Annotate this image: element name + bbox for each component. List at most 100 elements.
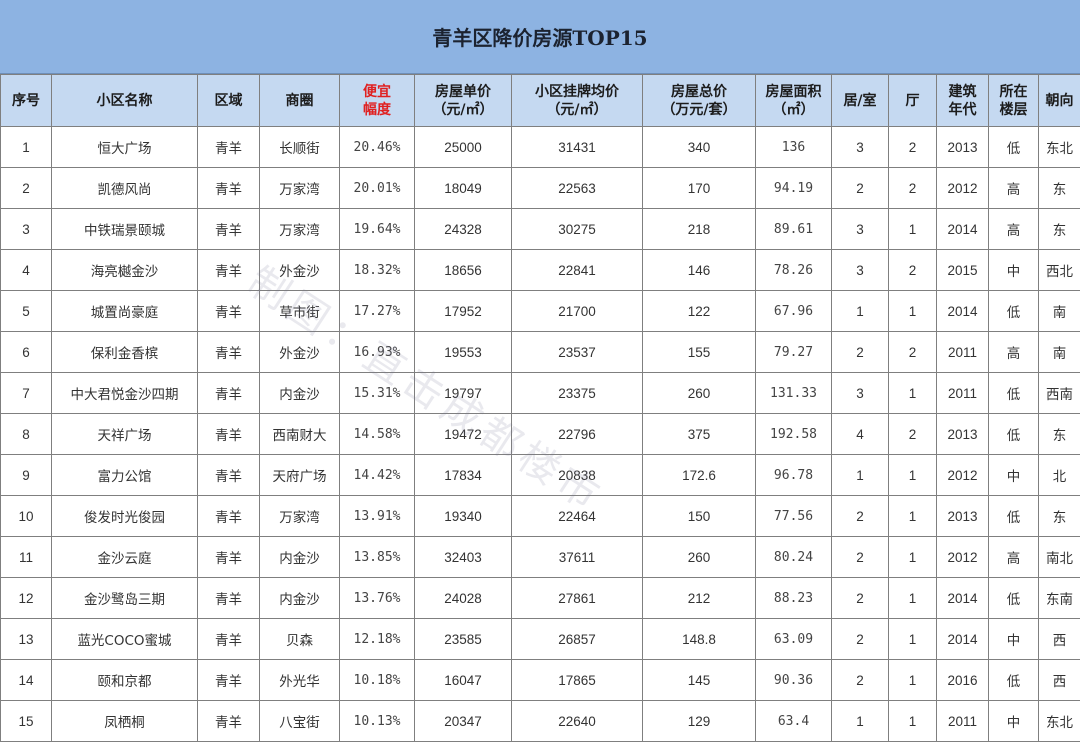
cell-unit-price[interactable]: 18656 [414,249,512,291]
cell-discount[interactable]: 20.01% [339,167,415,209]
cell-living[interactable]: 1 [888,495,937,537]
cell-year[interactable]: 2014 [936,577,989,619]
cell-unit-price[interactable]: 19797 [414,372,512,414]
cell-floor[interactable]: 中 [988,618,1039,660]
cell-floor[interactable]: 中 [988,249,1039,291]
cell-living[interactable]: 2 [888,249,937,291]
cell-area[interactable]: 青羊 [197,577,260,619]
cell-total-price[interactable]: 375 [642,413,756,455]
cell-index[interactable]: 15 [0,700,52,742]
cell-size[interactable]: 96.78 [755,454,832,496]
cell-year[interactable]: 2012 [936,167,989,209]
cell-discount[interactable]: 15.31% [339,372,415,414]
cell-unit-price[interactable]: 23585 [414,618,512,660]
cell-year[interactable]: 2011 [936,372,989,414]
cell-year[interactable]: 2016 [936,659,989,701]
cell-area[interactable]: 青羊 [197,618,260,660]
cell-discount[interactable]: 18.32% [339,249,415,291]
cell-living[interactable]: 2 [888,413,937,455]
cell-district[interactable]: 贝森 [259,618,340,660]
cell-floor[interactable]: 高 [988,331,1039,373]
cell-total-price[interactable]: 129 [642,700,756,742]
header-living[interactable]: 厅 [888,74,937,127]
cell-index[interactable]: 8 [0,413,52,455]
cell-index[interactable]: 4 [0,249,52,291]
cell-total-price[interactable]: 146 [642,249,756,291]
cell-floor[interactable]: 高 [988,208,1039,250]
cell-avg-price[interactable]: 23375 [511,372,643,414]
cell-orientation[interactable]: 东 [1038,208,1080,250]
cell-orientation[interactable]: 东北 [1038,700,1080,742]
cell-bedrooms[interactable]: 3 [831,372,889,414]
cell-discount[interactable]: 13.85% [339,536,415,578]
cell-unit-price[interactable]: 24328 [414,208,512,250]
cell-orientation[interactable]: 东 [1038,413,1080,455]
cell-avg-price[interactable]: 22563 [511,167,643,209]
cell-size[interactable]: 63.09 [755,618,832,660]
cell-size[interactable]: 94.19 [755,167,832,209]
cell-index[interactable]: 10 [0,495,52,537]
cell-unit-price[interactable]: 32403 [414,536,512,578]
cell-index[interactable]: 7 [0,372,52,414]
cell-bedrooms[interactable]: 1 [831,454,889,496]
cell-avg-price[interactable]: 22464 [511,495,643,537]
cell-bedrooms[interactable]: 2 [831,536,889,578]
cell-size[interactable]: 192.58 [755,413,832,455]
cell-district[interactable]: 万家湾 [259,208,340,250]
cell-bedrooms[interactable]: 2 [831,167,889,209]
cell-year[interactable]: 2013 [936,495,989,537]
cell-district[interactable]: 长顺街 [259,126,340,168]
cell-living[interactable]: 1 [888,372,937,414]
cell-area[interactable]: 青羊 [197,700,260,742]
cell-avg-price[interactable]: 37611 [511,536,643,578]
cell-discount[interactable]: 12.18% [339,618,415,660]
cell-unit-price[interactable]: 16047 [414,659,512,701]
cell-unit-price[interactable]: 19472 [414,413,512,455]
cell-district[interactable]: 西南财大 [259,413,340,455]
cell-total-price[interactable]: 170 [642,167,756,209]
cell-size[interactable]: 89.61 [755,208,832,250]
cell-avg-price[interactable]: 22841 [511,249,643,291]
cell-district[interactable]: 外金沙 [259,249,340,291]
cell-index[interactable]: 14 [0,659,52,701]
cell-total-price[interactable]: 122 [642,290,756,332]
cell-year[interactable]: 2014 [936,208,989,250]
cell-discount[interactable]: 10.18% [339,659,415,701]
cell-orientation[interactable]: 西 [1038,659,1080,701]
cell-unit-price[interactable]: 24028 [414,577,512,619]
cell-floor[interactable]: 低 [988,372,1039,414]
header-community[interactable]: 小区名称 [51,74,198,127]
cell-total-price[interactable]: 212 [642,577,756,619]
cell-living[interactable]: 1 [888,618,937,660]
cell-orientation[interactable]: 南 [1038,331,1080,373]
cell-avg-price[interactable]: 17865 [511,659,643,701]
cell-community[interactable]: 中大君悦金沙四期 [51,372,198,414]
cell-area[interactable]: 青羊 [197,331,260,373]
cell-area[interactable]: 青羊 [197,208,260,250]
cell-floor[interactable]: 低 [988,126,1039,168]
cell-year[interactable]: 2012 [936,536,989,578]
cell-total-price[interactable]: 145 [642,659,756,701]
cell-unit-price[interactable]: 25000 [414,126,512,168]
cell-community[interactable]: 凯德风尚 [51,167,198,209]
cell-area[interactable]: 青羊 [197,290,260,332]
cell-district[interactable]: 天府广场 [259,454,340,496]
cell-index[interactable]: 9 [0,454,52,496]
cell-orientation[interactable]: 南 [1038,290,1080,332]
cell-avg-price[interactable]: 20838 [511,454,643,496]
cell-year[interactable]: 2015 [936,249,989,291]
cell-bedrooms[interactable]: 2 [831,331,889,373]
cell-size[interactable]: 131.33 [755,372,832,414]
cell-bedrooms[interactable]: 2 [831,577,889,619]
cell-area[interactable]: 青羊 [197,126,260,168]
cell-discount[interactable]: 14.42% [339,454,415,496]
cell-year[interactable]: 2014 [936,618,989,660]
cell-area[interactable]: 青羊 [197,536,260,578]
cell-discount[interactable]: 19.64% [339,208,415,250]
cell-avg-price[interactable]: 27861 [511,577,643,619]
cell-district[interactable]: 内金沙 [259,577,340,619]
cell-orientation[interactable]: 南北 [1038,536,1080,578]
cell-unit-price[interactable]: 19553 [414,331,512,373]
cell-year[interactable]: 2012 [936,454,989,496]
cell-size[interactable]: 88.23 [755,577,832,619]
